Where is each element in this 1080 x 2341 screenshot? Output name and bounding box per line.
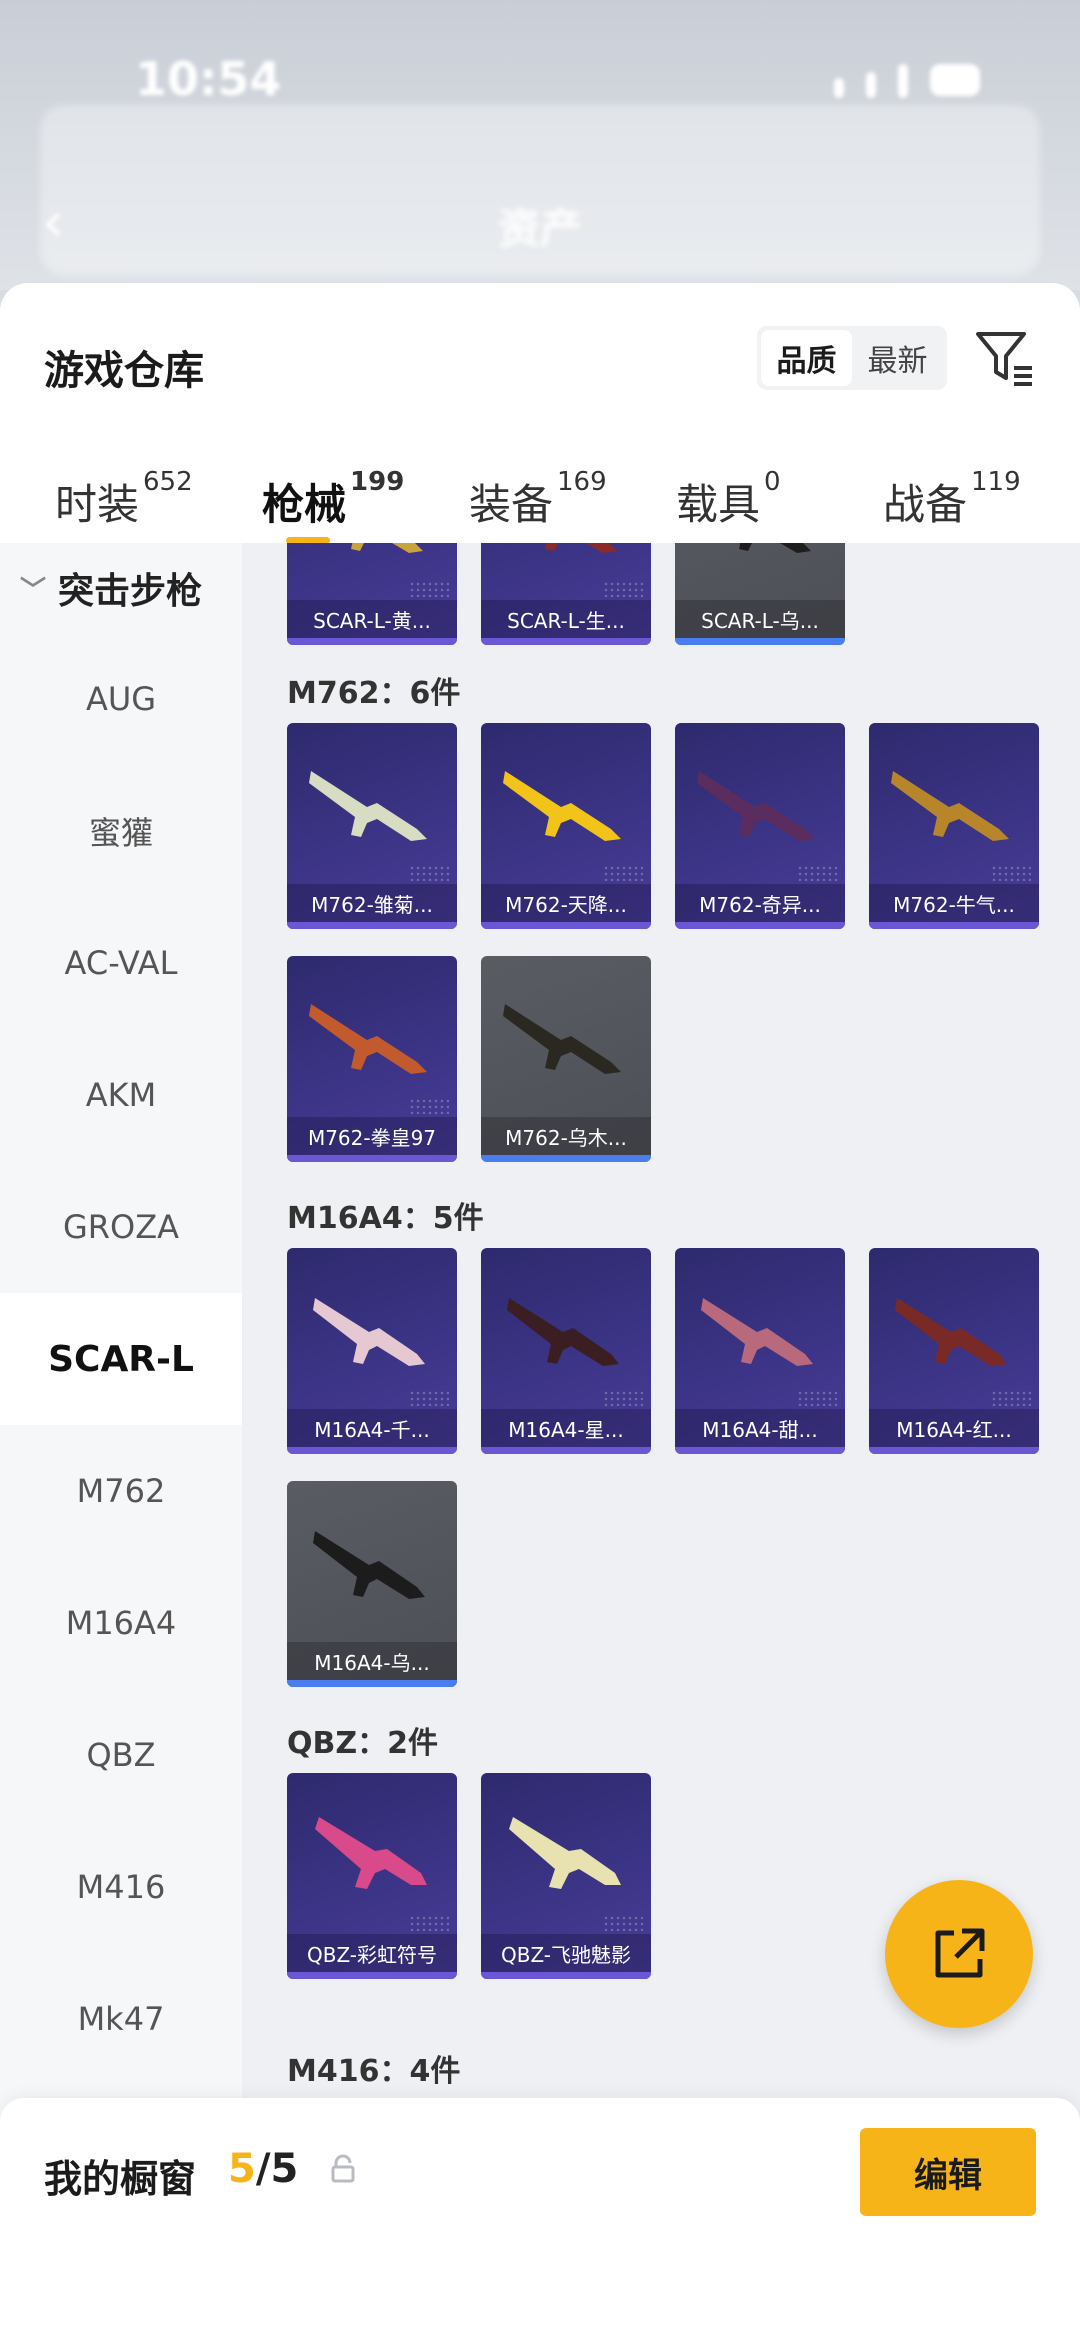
rifle-icon [313,1298,425,1366]
page-title: 游戏仓库 [44,348,204,394]
chevron-down-icon: ﹀ [20,575,47,606]
rifle-icon [309,771,427,841]
weapon-card[interactable]: QBZ-飞驰魅影 [481,1773,651,1979]
weapon-card[interactable]: M16A4-乌... [287,1481,457,1687]
section-label-qbz: QBZ：2件 [287,1726,438,1761]
sidebar-item-honey-badger[interactable]: 蜜獾 [0,765,242,897]
section-label-m16a4: M16A4：5件 [287,1201,484,1236]
rifle-icon [697,771,815,841]
sidebar-item-aug[interactable]: AUG [0,633,242,765]
weapon-card[interactable]: M16A4-甜... [675,1248,845,1454]
weapon-card[interactable]: SCAR-L-黄... [287,543,457,645]
edit-button[interactable]: 编辑 [860,2128,1036,2216]
weapon-card[interactable]: M762-乌木... [481,956,651,1162]
sheet-header: 游戏仓库 品质 最新 [0,283,1080,433]
tab-guns[interactable]: 枪械 199 [262,433,469,544]
weapon-card[interactable]: M762-雏菊... [287,723,457,929]
sort-newest-button[interactable]: 最新 [852,330,943,386]
rifle-icon [315,1817,427,1889]
sort-quality-button[interactable]: 品质 [761,330,852,386]
showcase-count: 5/5 [228,2146,299,2192]
showcase-bar: 我的橱窗 5/5 编辑 [0,2098,1080,2341]
rifle-icon [895,1298,1007,1366]
rifle-icon [509,1817,621,1889]
category-tabs: 时装 652 枪械 199 装备 169 载具 0 战备 119 [0,433,1080,544]
background-page: 10:54 ‹ 资产 [0,0,1080,290]
rifle-icon [507,1298,619,1366]
sidebar-item-scar-l[interactable]: SCAR-L [0,1293,242,1425]
rifle-icon [891,771,1009,841]
weapon-card[interactable]: M762-天降... [481,723,651,929]
rifle-icon [701,1298,813,1366]
section-label-m762: M762：6件 [287,676,461,711]
lock-icon [331,2154,355,2183]
tab-battle-prep[interactable]: 战备 119 [883,433,1063,543]
weapon-card[interactable]: M16A4-红... [869,1248,1039,1454]
nav-title: 资产 [497,204,582,253]
sidebar-item-qbz[interactable]: QBZ [0,1689,242,1821]
rifle-icon [739,543,811,553]
weapon-card[interactable]: M16A4-千... [287,1248,457,1454]
sort-toggle: 品质 最新 [757,326,947,390]
rifle-icon [309,1004,427,1074]
rifle-icon [313,1531,425,1599]
weapon-card[interactable]: M762-牛气... [869,723,1039,929]
tab-fashion[interactable]: 时装 652 [55,433,262,543]
weapon-card[interactable]: SCAR-L-生... [481,543,651,645]
filter-icon[interactable] [972,326,1036,390]
status-icons [834,64,980,98]
external-link-icon [935,1928,985,1978]
section-label-m416: M416：4件 [287,2054,461,2089]
warehouse-sheet: 游戏仓库 品质 最新 时装 652 枪械 199 装备 169 载具 0 战备 119 [0,283,1080,2341]
sidebar-item-ac-val[interactable]: AC-VAL [0,897,242,1029]
rifle-icon [503,1004,621,1074]
weapon-card[interactable]: QBZ-彩虹符号 [287,1773,457,1979]
showcase-title: 我的橱窗 [44,2157,197,2201]
weapon-card[interactable]: M16A4-星... [481,1248,651,1454]
sidebar-item-m16a4[interactable]: M16A4 [0,1557,242,1689]
sidebar-item-mk47[interactable]: Mk47 [0,1953,242,2085]
sidebar-group-assault-rifles[interactable]: ﹀ 突击步枪 [0,543,242,633]
weapon-card[interactable]: M762-奇异... [675,723,845,929]
weapon-card[interactable]: M762-拳皇97 [287,956,457,1162]
rifle-icon [503,771,621,841]
status-time: 10:54 [135,52,282,106]
sidebar-item-akm[interactable]: AKM [0,1029,242,1161]
tab-vehicles[interactable]: 载具 0 [676,433,883,543]
weapon-sidebar: ﹀ 突击步枪 AUG 蜜獾 AC-VAL AKM GROZA SCAR-L M7… [0,543,242,2183]
rifle-icon [351,543,423,553]
rifle-icon [545,543,617,553]
tab-equipment[interactable]: 装备 169 [469,433,676,543]
sidebar-item-m762[interactable]: M762 [0,1425,242,1557]
share-button[interactable] [885,1880,1033,2028]
weapon-card[interactable]: SCAR-L-乌... [675,543,845,645]
sidebar-item-m416[interactable]: M416 [0,1821,242,1953]
sidebar-item-groza[interactable]: GROZA [0,1161,242,1293]
